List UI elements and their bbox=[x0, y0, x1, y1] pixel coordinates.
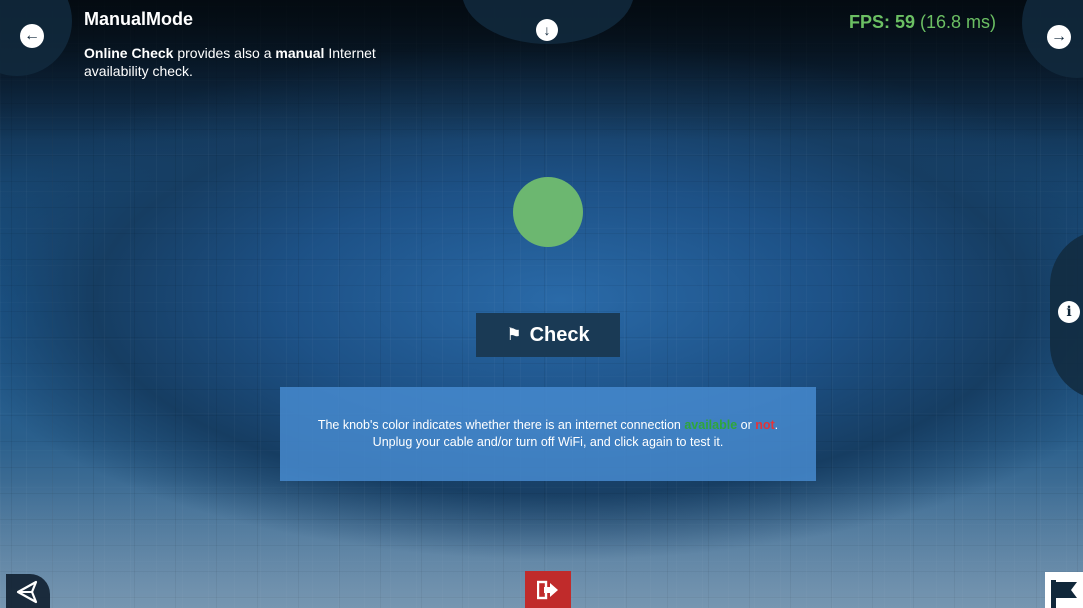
notice-period: . bbox=[774, 418, 779, 432]
info-notice: The knob's color indicates whether there… bbox=[280, 387, 816, 481]
notice-available: available bbox=[684, 418, 738, 432]
description-bold-manual: manual bbox=[275, 45, 325, 61]
notice-line-1: The knob's color indicates whether there… bbox=[280, 417, 816, 434]
notice-or: or bbox=[737, 418, 756, 432]
arrow-down-circle-icon[interactable]: ↓ bbox=[536, 19, 558, 41]
page-description: Online Check provides also a manual Inte… bbox=[84, 44, 424, 80]
flag-corner-icon bbox=[1051, 580, 1077, 608]
arrow-left-circle-icon[interactable]: ← bbox=[20, 24, 44, 48]
demo-scene: ← → ↓ i ManualMode Online Check provides… bbox=[0, 0, 1083, 608]
fps-counter: FPS: 59 (16.8 ms) bbox=[849, 12, 996, 33]
description-bold-online-check: Online Check bbox=[84, 45, 174, 61]
exit-icon bbox=[537, 580, 558, 599]
unity-logo-button[interactable] bbox=[6, 574, 50, 608]
check-button-label: Check bbox=[529, 323, 590, 346]
check-button[interactable]: ⚑ Check bbox=[476, 313, 620, 357]
exit-button[interactable] bbox=[525, 571, 571, 608]
info-icon[interactable]: i bbox=[1058, 301, 1080, 323]
connection-knob bbox=[513, 177, 583, 247]
notice-line-1-prefix: The knob's color indicates whether there… bbox=[317, 418, 685, 432]
page-title: ManualMode bbox=[84, 9, 194, 29]
flag-icon: ⚑ bbox=[506, 325, 522, 344]
fps-ms: (16.8 ms) bbox=[915, 12, 997, 32]
description-text-1: provides also a bbox=[173, 45, 276, 61]
fps-value: FPS: 59 bbox=[849, 12, 916, 32]
flag-corner-button[interactable] bbox=[1045, 572, 1083, 608]
notice-not: not bbox=[755, 418, 775, 432]
unity-logo-icon bbox=[16, 580, 38, 604]
arrow-right-circle-icon[interactable]: → bbox=[1047, 25, 1071, 49]
notice-line-2: Unplug your cable and/or turn off WiFi, … bbox=[372, 435, 724, 449]
